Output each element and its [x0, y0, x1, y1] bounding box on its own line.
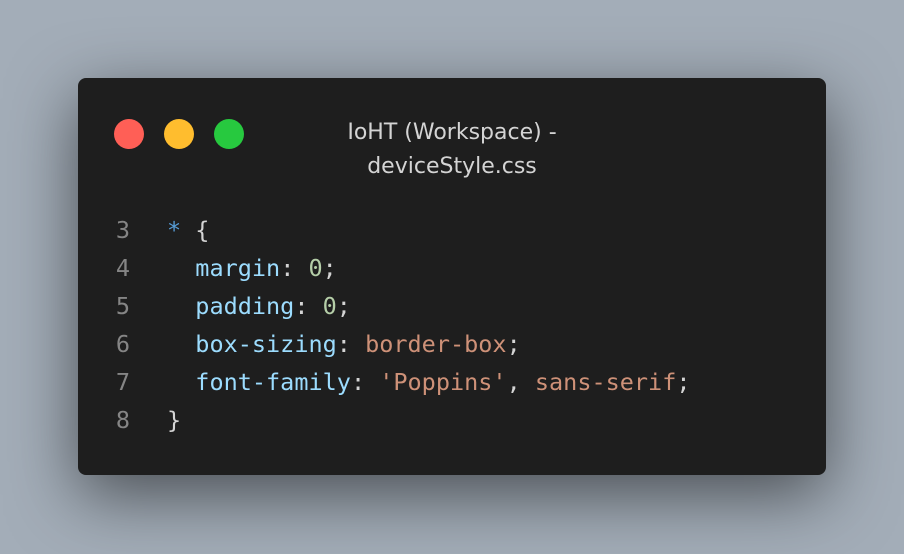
code-text: box-sizing: border-box;	[130, 325, 826, 363]
code-token-num: 0	[308, 254, 323, 282]
line-number: 6	[115, 330, 130, 358]
code-token-punc: {	[181, 216, 210, 244]
code-line: 6 box-sizing: border-box;	[78, 325, 826, 363]
code-text: padding: 0;	[130, 287, 826, 325]
code-token-prop: padding	[195, 292, 295, 320]
window-title: IoHT (Workspace) - deviceStyle.css	[78, 116, 826, 184]
code-token-prop: font-family	[195, 368, 351, 396]
code-token-punc: ;	[322, 254, 337, 282]
code-token-punc: :	[280, 254, 309, 282]
line-number: 8	[115, 406, 130, 434]
code-text: * {	[130, 211, 826, 249]
code-token-punc: ,	[506, 368, 535, 396]
code-line: 5 padding: 0;	[78, 287, 826, 325]
code-token-punc: ;	[676, 368, 691, 396]
window-title-line1: IoHT (Workspace) -	[347, 120, 557, 145]
code-line: 8}	[78, 401, 826, 439]
code-token-punc: ;	[336, 292, 351, 320]
code-token-str: 'Poppins'	[379, 368, 507, 396]
line-number: 5	[115, 292, 130, 320]
code-line: 3 * {	[78, 211, 826, 249]
code-line: 7 font-family: 'Poppins', sans-serif;	[78, 363, 826, 401]
window-title-line2: deviceStyle.css	[367, 154, 537, 179]
code-token-punc: ;	[506, 330, 521, 358]
code-text: margin: 0;	[130, 249, 826, 287]
code-token-punc: }	[167, 406, 182, 434]
code-token-prop: box-sizing	[195, 330, 337, 358]
code-token-sel: *	[167, 216, 182, 244]
code-text: }	[130, 401, 826, 439]
code-token-prop: margin	[195, 254, 281, 282]
code-window: IoHT (Workspace) - deviceStyle.css 3 * {4…	[78, 78, 826, 475]
code-token-num: 0	[322, 292, 337, 320]
code-text: font-family: 'Poppins', sans-serif;	[130, 363, 826, 401]
code-editor[interactable]: 3 * {4 margin: 0; 5 padding: 0; 6 box-sizin…	[78, 211, 826, 439]
code-token-punc: :	[336, 330, 366, 358]
code-token-punc: :	[350, 368, 380, 396]
code-token-val: sans-serif	[534, 368, 677, 396]
code-token-val: border-box	[365, 330, 507, 358]
line-number: 7	[115, 368, 130, 396]
code-token-punc: :	[294, 292, 323, 320]
line-number: 4	[115, 254, 130, 282]
line-number: 3	[115, 216, 130, 244]
code-line: 4 margin: 0;	[78, 249, 826, 287]
